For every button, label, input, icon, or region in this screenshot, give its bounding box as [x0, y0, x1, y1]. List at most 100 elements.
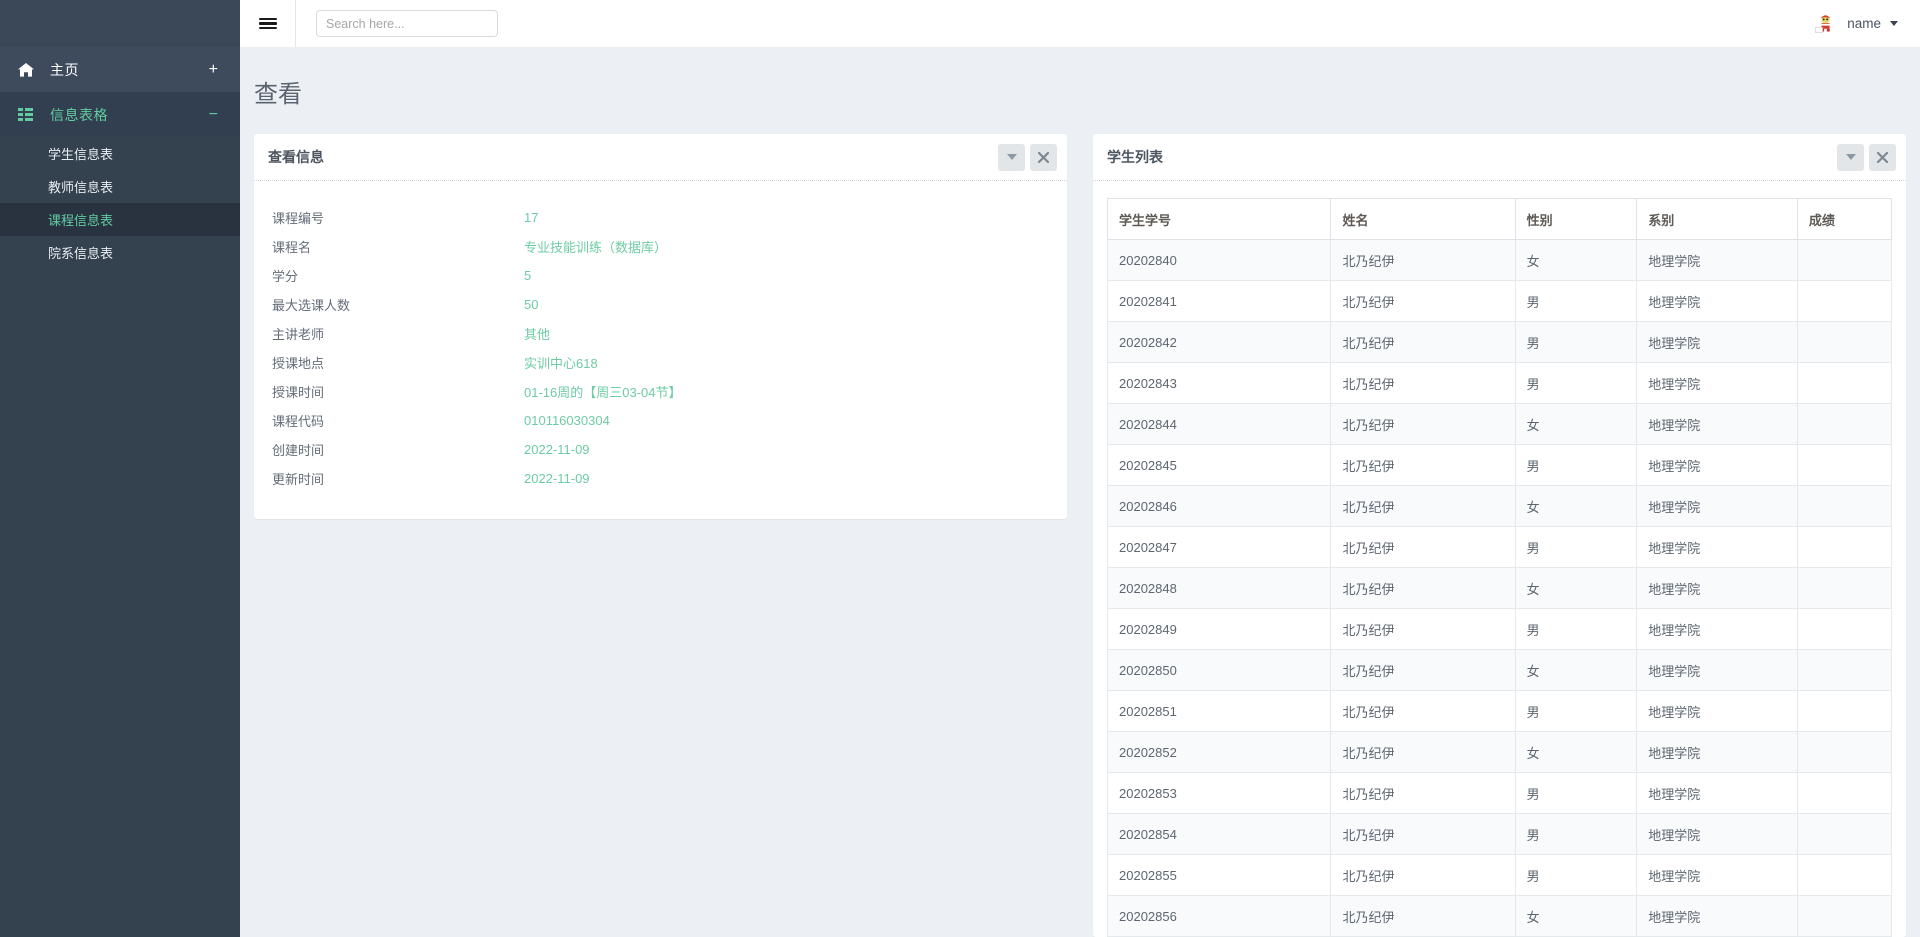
table-row[interactable]: 20202846 北乃纪伊女地理学院 [1106, 485, 1893, 527]
table-row[interactable]: 20202848 北乃纪伊女地理学院 [1106, 567, 1893, 609]
cell-student-id[interactable]: 20202848 [1106, 567, 1332, 609]
info-value: 01-16周的【周三03-04节】 [524, 385, 682, 400]
table-row[interactable]: 20202847 北乃纪伊男地理学院 [1106, 526, 1893, 568]
close-button[interactable] [1869, 143, 1896, 171]
cell-name[interactable]: 北乃纪伊 [1330, 854, 1516, 896]
cell-name[interactable]: 北乃纪伊 [1330, 485, 1516, 527]
info-row: 主讲老师 其他 [254, 319, 1067, 348]
cell-department: 地理学院 [1636, 731, 1798, 773]
cell-name[interactable]: 北乃纪伊 [1330, 772, 1516, 814]
sidebar-item-student-table[interactable]: 学生信息表 [0, 137, 240, 170]
view-info-panel-header: 查看信息 [254, 134, 1067, 181]
table-row[interactable]: 20202851 北乃纪伊男地理学院 [1106, 690, 1893, 732]
column-header-student-id[interactable]: 学生学号 [1106, 198, 1332, 240]
cell-name[interactable]: 北乃纪伊 [1330, 567, 1516, 609]
cell-name[interactable]: 北乃纪伊 [1330, 690, 1516, 732]
cell-department: 地理学院 [1636, 321, 1798, 363]
cell-name[interactable]: 北乃纪伊 [1330, 895, 1516, 937]
table-row[interactable]: 20202854 北乃纪伊男地理学院 [1106, 813, 1893, 855]
user-menu[interactable]: name [1813, 11, 1898, 36]
table-row[interactable]: 20202855 北乃纪伊男地理学院 [1106, 854, 1893, 896]
cell-gender: 男 [1514, 321, 1638, 363]
student-list-panel-header: 学生列表 [1093, 134, 1906, 181]
cell-score [1796, 403, 1893, 445]
table-row[interactable]: 20202840 北乃纪伊女地理学院 [1106, 239, 1893, 281]
table-row[interactable]: 20202842 北乃纪伊男地理学院 [1106, 321, 1893, 363]
cell-student-id[interactable]: 20202852 [1106, 731, 1332, 773]
info-row: 更新时间 2022-11-09 [254, 464, 1067, 493]
cell-name[interactable]: 北乃纪伊 [1330, 239, 1516, 281]
column-header-department[interactable]: 系别 [1636, 198, 1798, 240]
caret-down-icon[interactable] [1890, 21, 1898, 26]
info-label: 创建时间 [272, 443, 325, 458]
sidebar-item-home[interactable]: 主页 + [0, 47, 240, 92]
sidebar-group-tables[interactable]: 信息表格 − [0, 92, 240, 137]
cell-student-id[interactable]: 20202856 [1106, 895, 1332, 937]
cell-student-id[interactable]: 20202855 [1106, 854, 1332, 896]
sidebar-home-expand-icon[interactable]: + [209, 61, 218, 78]
column-header-score[interactable]: 成绩 [1796, 198, 1893, 240]
cell-student-id[interactable]: 20202847 [1106, 526, 1332, 568]
cell-name[interactable]: 北乃纪伊 [1330, 813, 1516, 855]
table-row[interactable]: 20202852 北乃纪伊女地理学院 [1106, 731, 1893, 773]
table-row[interactable]: 20202843 北乃纪伊男地理学院 [1106, 362, 1893, 404]
search-input[interactable] [316, 10, 498, 37]
cell-student-id[interactable]: 20202842 [1106, 321, 1332, 363]
close-button[interactable] [1030, 143, 1057, 171]
search-container [296, 10, 498, 37]
student-table: 学生学号 姓名 性别 系别 成绩 20202840 北乃纪伊女地理学院 202028… [1106, 198, 1893, 937]
table-row[interactable]: 20202844 北乃纪伊女地理学院 [1106, 403, 1893, 445]
cell-name[interactable]: 北乃纪伊 [1330, 649, 1516, 691]
info-label: 最大选课人数 [272, 298, 351, 313]
cell-student-id[interactable]: 20202840 [1106, 239, 1332, 281]
cell-gender: 女 [1514, 485, 1638, 527]
cell-name[interactable]: 北乃纪伊 [1330, 608, 1516, 650]
table-row[interactable]: 20202850 北乃纪伊女地理学院 [1106, 649, 1893, 691]
cell-name[interactable]: 北乃纪伊 [1330, 526, 1516, 568]
cell-score [1796, 813, 1893, 855]
cell-student-id[interactable]: 20202849 [1106, 608, 1332, 650]
table-row[interactable]: 20202853 北乃纪伊男地理学院 [1106, 772, 1893, 814]
column-header-gender[interactable]: 性别 [1514, 198, 1638, 240]
cell-score [1796, 895, 1893, 937]
info-value: 5 [524, 268, 532, 283]
sidebar-item-department-table[interactable]: 院系信息表 [0, 236, 240, 269]
sidebar: 主页 + 信息表格 − 学生信息表 教师信息表 课程信息表 院系信息表 [0, 0, 240, 937]
cell-name[interactable]: 北乃纪伊 [1330, 731, 1516, 773]
cell-name[interactable]: 北乃纪伊 [1330, 321, 1516, 363]
sidebar-item-course-table[interactable]: 课程信息表 [0, 203, 240, 236]
info-row: 最大选课人数 50 [254, 290, 1067, 319]
collapse-button[interactable] [998, 143, 1025, 171]
sidebar-group-collapse-icon[interactable]: − [209, 106, 218, 123]
cell-student-id[interactable]: 20202854 [1106, 813, 1332, 855]
column-header-name[interactable]: 姓名 [1330, 198, 1516, 240]
info-value: 2022-11-09 [524, 442, 590, 457]
cell-student-id[interactable]: 20202845 [1106, 444, 1332, 486]
cell-name[interactable]: 北乃纪伊 [1330, 444, 1516, 486]
cell-name[interactable]: 北乃纪伊 [1330, 403, 1516, 445]
hamburger-icon[interactable] [240, 0, 296, 47]
cell-name[interactable]: 北乃纪伊 [1330, 280, 1516, 322]
cell-student-id[interactable]: 20202851 [1106, 690, 1332, 732]
info-row: 授课时间 01-16周的【周三03-04节】 [254, 377, 1067, 406]
table-row[interactable]: 20202845 北乃纪伊男地理学院 [1106, 444, 1893, 486]
cell-name[interactable]: 北乃纪伊 [1330, 362, 1516, 404]
close-icon [1877, 151, 1888, 163]
sidebar-item-student-table-label: 学生信息表 [48, 147, 114, 162]
sidebar-item-teacher-table[interactable]: 教师信息表 [0, 170, 240, 203]
cell-student-id[interactable]: 20202846 [1106, 485, 1332, 527]
cell-student-id[interactable]: 20202843 [1106, 362, 1332, 404]
cell-student-id[interactable]: 20202844 [1106, 403, 1332, 445]
cell-score [1796, 567, 1893, 609]
topbar: name [240, 0, 1920, 47]
collapse-button[interactable] [1837, 143, 1864, 171]
sidebar-item-home-label: 主页 [50, 61, 79, 78]
cell-student-id[interactable]: 20202850 [1106, 649, 1332, 691]
table-row[interactable]: 20202841 北乃纪伊男地理学院 [1106, 280, 1893, 322]
cell-student-id[interactable]: 20202853 [1106, 772, 1332, 814]
table-row[interactable]: 20202856 北乃纪伊女地理学院 [1106, 895, 1893, 937]
table-row[interactable]: 20202849 北乃纪伊男地理学院 [1106, 608, 1893, 650]
cell-gender: 女 [1514, 567, 1638, 609]
sidebar-group-tables-label: 信息表格 [50, 106, 108, 123]
cell-student-id[interactable]: 20202841 [1106, 280, 1332, 322]
